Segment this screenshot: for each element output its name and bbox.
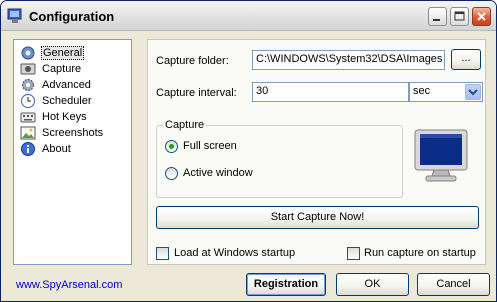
close-button[interactable] [472, 7, 491, 26]
capture-folder-label: Capture folder: [156, 55, 229, 67]
hot-keys-icon [20, 109, 36, 125]
website-link[interactable]: www.SpyArsenal.com [16, 279, 122, 291]
general-settings-panel: Capture folder: C:\WINDOWS\System32\DSA\… [147, 39, 486, 265]
start-capture-button[interactable]: Start Capture Now! [156, 206, 479, 229]
browse-button[interactable]: ... [451, 49, 481, 70]
nav-item-advanced[interactable]: Advanced [20, 77, 130, 93]
nav-item-hot-keys[interactable]: Hot Keys [20, 109, 130, 125]
nav-item-about[interactable]: About [20, 141, 130, 157]
capture-mode-group: Capture Full screen Active window [156, 119, 403, 198]
nav-item-scheduler[interactable]: Scheduler [20, 93, 130, 109]
scheduler-icon [20, 93, 36, 109]
interval-unit-value: sec [413, 85, 431, 97]
capture-interval-label: Capture interval: [156, 87, 237, 99]
nav-item-label: Hot Keys [42, 111, 87, 123]
capture-group-label: Capture [163, 119, 207, 131]
cancel-button[interactable]: Cancel [417, 273, 490, 296]
full-screen-radio[interactable] [165, 140, 178, 153]
general-icon [20, 45, 36, 61]
minimize-icon [433, 19, 440, 21]
capture-folder-input[interactable]: C:\WINDOWS\System32\DSA\Images [252, 50, 445, 70]
about-icon [20, 141, 36, 157]
active-window-label[interactable]: Active window [183, 167, 253, 179]
nav-item-label: Capture [42, 63, 82, 75]
capture-icon [20, 61, 36, 77]
nav-item-general[interactable]: General [20, 45, 130, 61]
advanced-icon [20, 77, 36, 93]
ok-button[interactable]: OK [336, 273, 409, 296]
nav-list: General Capture Advanced Scheduler Hot K… [13, 39, 132, 265]
configuration-window: Configuration General Capture Advanced S… [0, 0, 497, 302]
load-startup-label[interactable]: Load at Windows startup [174, 247, 295, 259]
active-window-radio[interactable] [165, 167, 178, 180]
window-title: Configuration [29, 9, 115, 24]
nav-item-label: Advanced [42, 79, 91, 91]
run-capture-label[interactable]: Run capture on startup [364, 247, 476, 259]
nav-item-label: Screenshots [42, 127, 104, 139]
screenshots-icon [20, 125, 36, 141]
run-capture-checkbox[interactable] [347, 247, 360, 260]
load-startup-checkbox[interactable] [156, 247, 169, 260]
registration-button[interactable]: Registration [246, 273, 326, 296]
interval-unit-select[interactable]: sec [409, 82, 483, 102]
dropdown-arrow-button[interactable] [465, 84, 481, 100]
maximize-button[interactable] [450, 7, 469, 26]
nav-item-label: General [40, 46, 85, 60]
nav-item-label: Scheduler [42, 95, 92, 107]
nav-item-capture[interactable]: Capture [20, 61, 130, 77]
chevron-down-icon [468, 89, 478, 96]
capture-interval-input[interactable]: 30 [252, 82, 409, 102]
close-icon [477, 12, 486, 21]
title-bar[interactable]: Configuration [1, 1, 496, 31]
full-screen-label[interactable]: Full screen [183, 140, 237, 152]
monitor-icon [412, 128, 470, 191]
nav-item-screenshots[interactable]: Screenshots [20, 125, 130, 141]
app-icon [7, 8, 23, 24]
nav-item-label: About [42, 143, 71, 155]
minimize-button[interactable] [428, 7, 447, 26]
maximize-icon [454, 11, 465, 21]
